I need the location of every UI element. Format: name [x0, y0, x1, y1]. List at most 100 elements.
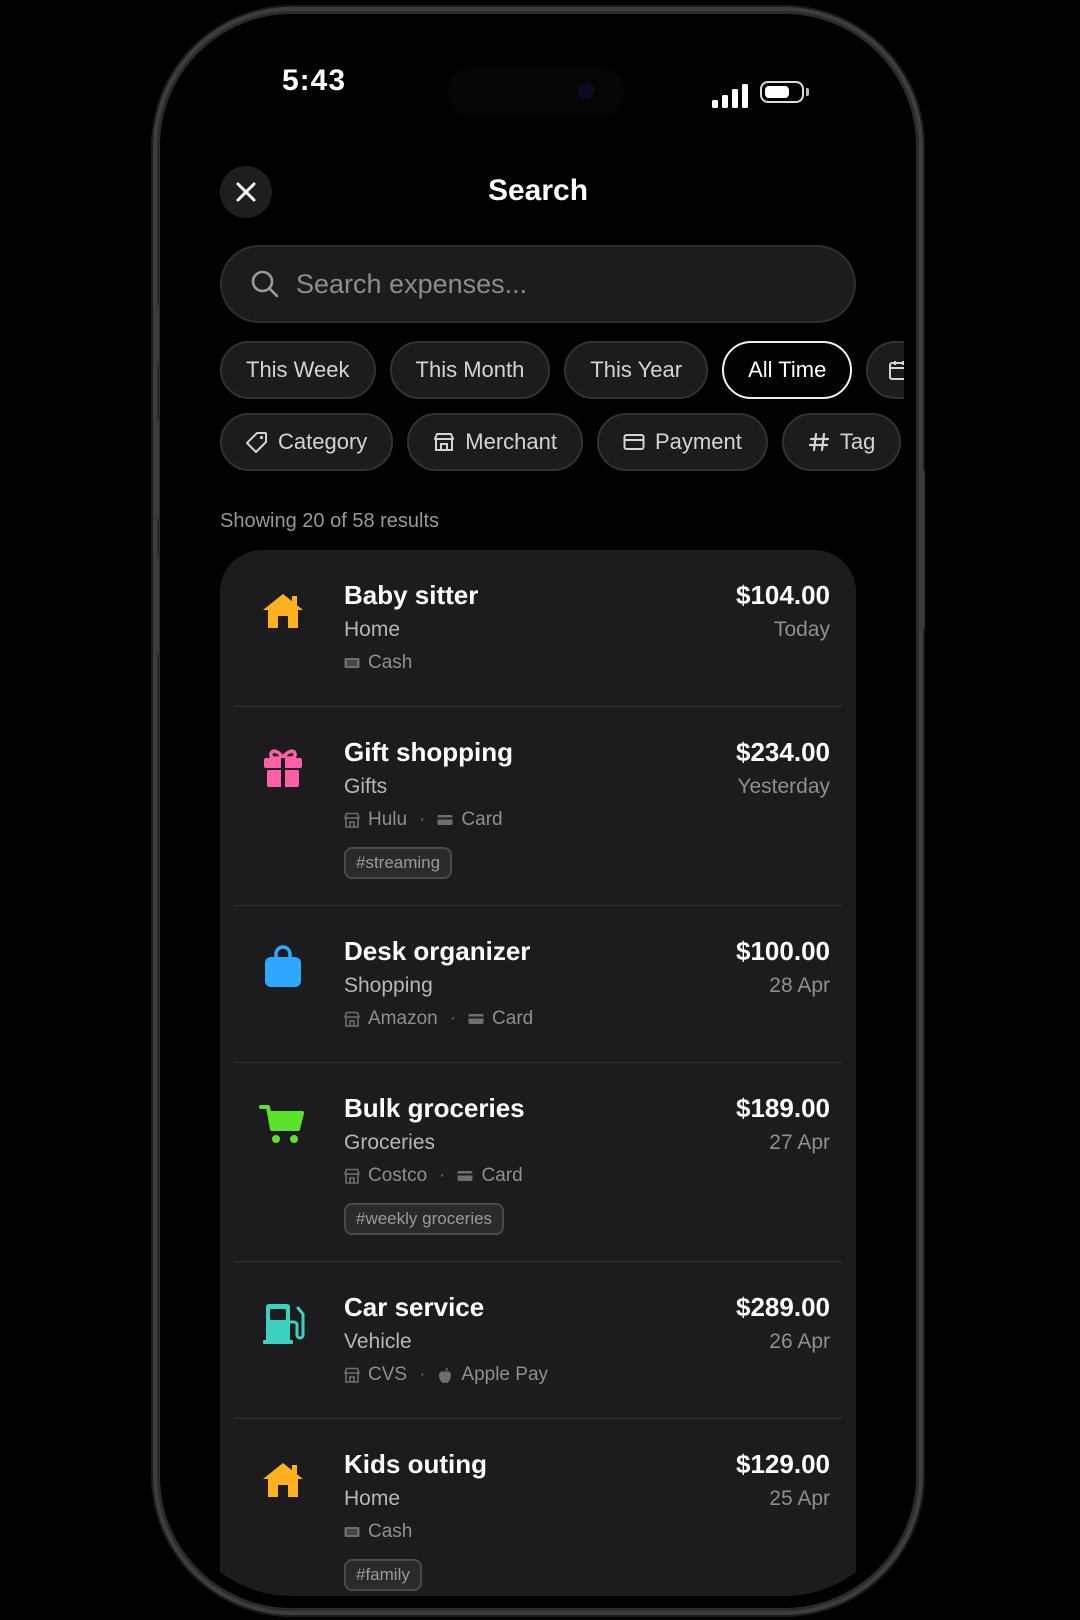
payment-method: Card: [461, 809, 503, 830]
chip-label: All Time: [748, 357, 827, 382]
chip-label: Category: [278, 429, 368, 454]
store-icon: [344, 1168, 360, 1184]
filter-category[interactable]: Category: [220, 413, 394, 471]
expense-category: Groceries: [344, 1131, 436, 1154]
expense-meta: Cash: [344, 1521, 412, 1543]
time-filter-all-time[interactable]: All Time: [722, 341, 853, 399]
expense-date: 28 Apr: [769, 974, 830, 997]
expense-amount: $289.00: [736, 1292, 830, 1322]
attribute-filter-row: Category Merchant Payment Tag: [220, 413, 902, 471]
expense-row[interactable]: Kids outing Home Cash #family $129.00 25…: [234, 1419, 842, 1596]
expense-amount: $129.00: [736, 1449, 830, 1479]
expense-title: Desk organizer: [344, 936, 531, 966]
card-icon: [437, 815, 453, 825]
expense-category: Home: [344, 1487, 401, 1510]
merchant-name: Amazon: [368, 1008, 438, 1029]
silent-switch: [153, 305, 159, 365]
expense-amount: $100.00: [736, 936, 830, 966]
power-button: [919, 470, 925, 630]
expense-title: Kids outing: [344, 1449, 487, 1479]
home-icon: [263, 594, 303, 628]
time-filter-this-week[interactable]: This Week: [220, 341, 376, 399]
expense-tag[interactable]: #weekly groceries: [344, 1203, 505, 1235]
expense-title: Car service: [344, 1292, 485, 1322]
calendar-icon: [889, 361, 904, 380]
separator-dot: ·: [419, 809, 426, 830]
gift-icon: [264, 749, 302, 787]
expense-title: Gift shopping: [344, 737, 513, 767]
filter-merchant[interactable]: Merchant: [407, 413, 583, 471]
expense-category: Gifts: [344, 775, 388, 798]
search-input[interactable]: [294, 267, 854, 301]
card-icon: [468, 1014, 484, 1024]
cart-icon: [259, 1105, 304, 1143]
expense-tag[interactable]: #family: [344, 1559, 422, 1591]
expense-meta: Hulu · Card: [344, 809, 503, 831]
cash-icon: [344, 658, 360, 668]
apple-icon: [439, 1367, 452, 1383]
payment-method: Card: [492, 1008, 534, 1029]
expense-amount: $104.00: [736, 580, 830, 610]
expense-row[interactable]: Baby sitter Home Cash $104.00 Today: [234, 550, 842, 707]
expense-list: Baby sitter Home Cash $104.00 Today Gift…: [220, 550, 856, 1596]
expense-category: Home: [344, 618, 401, 641]
time-filter-custom-date[interactable]: [866, 341, 904, 399]
chip-label: This Week: [246, 357, 350, 382]
shopping-bag-icon: [265, 945, 301, 987]
status-time: 5:43: [282, 64, 347, 97]
expense-title: Bulk groceries: [344, 1093, 525, 1123]
screen: 5:43 Search This Week This Month This Ye…: [172, 26, 904, 1596]
expense-row[interactable]: Gift shopping Gifts Hulu · Card #streami…: [234, 707, 842, 906]
chip-label: This Year: [590, 357, 683, 382]
merchant-name: Costco: [368, 1165, 428, 1186]
merchant-name: CVS: [368, 1364, 408, 1385]
expense-title: Baby sitter: [344, 580, 479, 610]
cash-icon: [344, 1527, 360, 1537]
expense-row[interactable]: Bulk groceries Groceries Costco · Card #…: [234, 1063, 842, 1262]
payment-method: Card: [481, 1165, 523, 1186]
expense-row[interactable]: Desk organizer Shopping Amazon · Card $1…: [234, 906, 842, 1063]
dynamic-island: [448, 66, 624, 116]
payment-method: Apple Pay: [461, 1364, 549, 1385]
search-icon: [251, 270, 279, 298]
card-icon: [623, 434, 645, 450]
time-filter-this-month[interactable]: This Month: [389, 341, 551, 399]
expense-tag[interactable]: #streaming: [344, 847, 453, 879]
chip-label: Merchant: [465, 429, 557, 454]
home-icon: [263, 1463, 303, 1497]
search-field[interactable]: [220, 245, 856, 323]
hash-icon: [808, 432, 829, 452]
expense-date: Yesterday: [737, 775, 830, 798]
merchant-name: Hulu: [368, 809, 408, 830]
expense-meta: Amazon · Card: [344, 1008, 533, 1030]
chip-label: Payment: [655, 429, 742, 454]
payment-method: Cash: [368, 652, 413, 673]
chip-label: Tag: [839, 429, 876, 454]
expense-meta: CVS · Apple Pay: [344, 1364, 548, 1386]
expense-date: 27 Apr: [769, 1131, 830, 1154]
expense-row[interactable]: Car service Vehicle CVS · Apple Pay $289…: [234, 1262, 842, 1419]
store-icon: [344, 1367, 360, 1383]
separator-dot: ·: [419, 1364, 426, 1385]
signal-icon: [712, 84, 748, 108]
results-count: Showing 20 of 58 results: [220, 510, 440, 532]
chip-label: This Month: [415, 357, 525, 382]
expense-date: Today: [773, 618, 830, 641]
expense-category: Shopping: [344, 974, 433, 997]
filter-payment[interactable]: Payment: [597, 413, 768, 471]
fuel-pump-icon: [263, 1304, 305, 1344]
expense-meta: Costco · Card: [344, 1165, 523, 1187]
card-icon: [457, 1171, 473, 1181]
expense-date: 25 Apr: [769, 1487, 830, 1510]
store-icon: [344, 1011, 360, 1027]
battery-icon: [760, 81, 809, 103]
expense-meta: Cash: [344, 652, 412, 674]
filter-tag[interactable]: Tag: [781, 413, 902, 471]
expense-category: Vehicle: [344, 1330, 412, 1353]
expense-amount: $234.00: [736, 737, 830, 767]
expense-date: 26 Apr: [769, 1330, 830, 1353]
time-filter-this-year[interactable]: This Year: [564, 341, 709, 399]
volume-down-button: [153, 555, 159, 655]
store-icon: [434, 433, 455, 451]
separator-dot: ·: [439, 1165, 446, 1186]
